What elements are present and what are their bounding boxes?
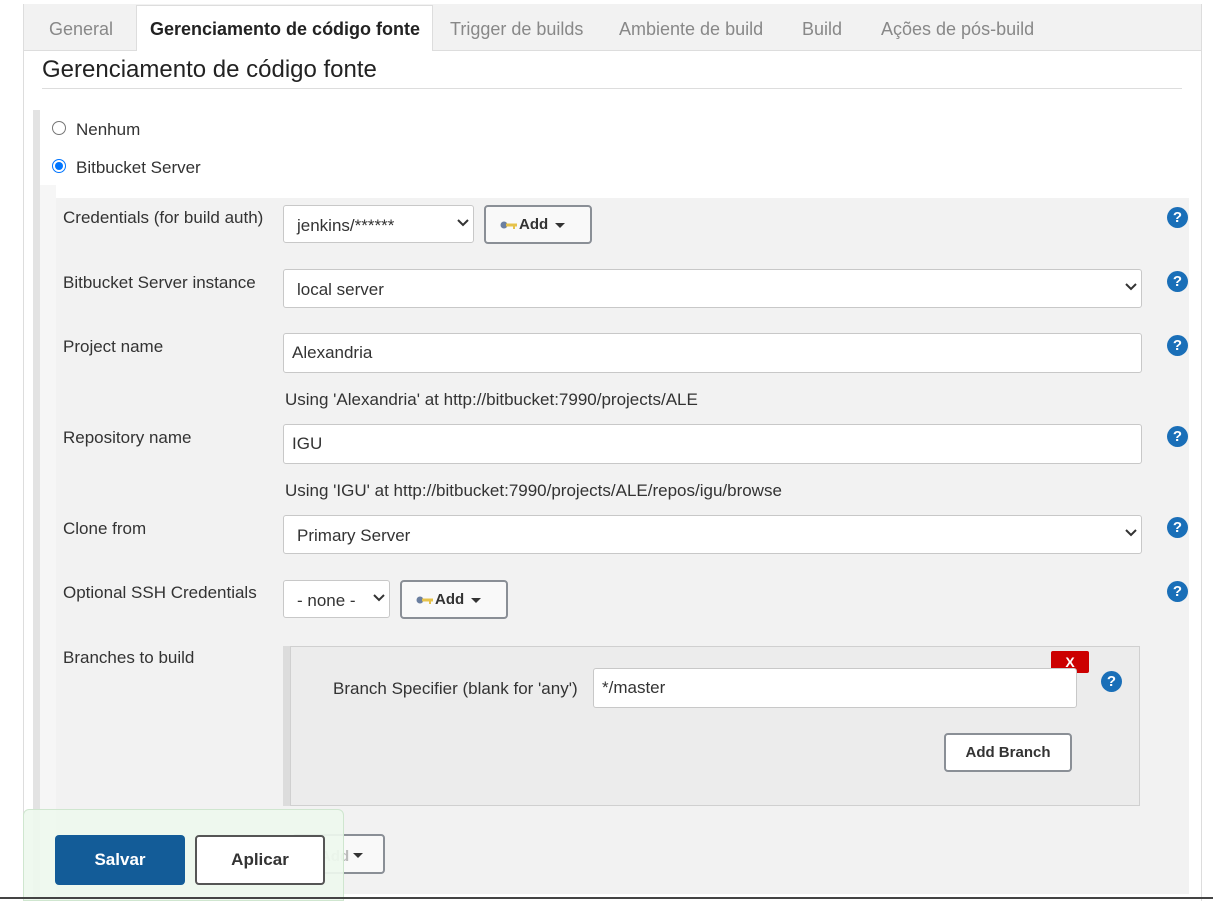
repository-name-input[interactable]: IGU [283,424,1142,464]
credentials-add-label: Add [519,216,549,233]
branch-indent-bar [283,646,290,806]
ssh-credentials-select[interactable]: - none - [283,580,390,618]
credentials-add-button[interactable]: Add [484,205,592,244]
window-bottom-border [0,897,1213,899]
radio-none[interactable] [52,121,66,135]
help-icon[interactable]: ? [1167,335,1188,356]
help-icon[interactable]: ? [1101,671,1122,692]
credentials-label: Credentials (for build auth) [63,208,264,227]
credentials-value: jenkins/****** [297,216,395,235]
help-icon[interactable]: ? [1167,581,1188,602]
title-divider [42,88,1182,89]
ssh-credentials-label: Optional SSH Credentials [63,583,257,602]
clone-from-label: Clone from [63,519,147,538]
project-hint: Using 'Alexandria' at http://bitbucket:7… [285,390,698,409]
branch-specifier-input[interactable]: */master [593,668,1077,708]
tab-build-environment[interactable]: Ambiente de build [619,19,763,40]
key-icon [500,218,518,230]
ssh-credentials-value: - none - [297,591,356,610]
tab-build-triggers[interactable]: Trigger de builds [450,19,583,40]
branches-label: Branches to build [63,648,195,667]
help-icon[interactable]: ? [1167,207,1188,228]
tab-post-build-actions[interactable]: Ações de pós-build [881,19,1034,40]
help-icon[interactable]: ? [1167,271,1188,292]
tab-bar: General Gerenciamento de código fonte Tr… [23,4,1202,51]
repository-hint: Using 'IGU' at http://bitbucket:7990/pro… [285,481,782,500]
key-icon [416,593,434,605]
caret-down-icon [471,598,481,603]
chevron-down-icon [457,218,469,228]
help-icon[interactable]: ? [1167,426,1188,447]
project-name-input[interactable]: Alexandria [283,333,1142,373]
server-instance-select[interactable]: local server [283,269,1142,308]
branch-specifier-label: Branch Specifier (blank for 'any') [333,679,578,698]
chevron-down-icon [1125,282,1137,292]
repository-name-value: IGU [292,434,323,453]
section-title: Gerenciamento de código fonte [42,56,377,83]
subsection-indent-bar [40,185,56,901]
clone-from-value: Primary Server [297,526,411,545]
tab-source-code-management[interactable]: Gerenciamento de código fonte [136,5,434,51]
ssh-credentials-add-button[interactable]: Add [400,580,508,619]
chevron-down-icon [1125,528,1137,538]
help-icon[interactable]: ? [1167,517,1188,538]
radio-none-label[interactable]: Nenhum [76,120,140,140]
tab-general[interactable]: General [49,19,113,40]
server-instance-label: Bitbucket Server instance [63,273,256,292]
add-branch-button[interactable]: Add Branch [944,733,1072,772]
tab-build[interactable]: Build [802,19,842,40]
clone-from-select[interactable]: Primary Server [283,515,1142,554]
repository-name-label: Repository name [63,428,192,447]
apply-button[interactable]: Aplicar [195,835,325,885]
radio-bitbucket-server[interactable] [52,159,66,173]
caret-down-icon [353,853,363,858]
server-instance-value: local server [297,280,384,299]
chevron-down-icon [373,593,385,603]
save-button[interactable]: Salvar [55,835,185,885]
section-indent-bar [33,110,40,901]
project-name-value: Alexandria [292,343,373,362]
project-name-label: Project name [63,337,164,356]
credentials-select[interactable]: jenkins/****** [283,205,474,243]
radio-bitbucket-server-label[interactable]: Bitbucket Server [76,158,201,178]
ssh-credentials-add-label: Add [435,591,465,608]
branch-specifier-value: */master [602,678,666,697]
caret-down-icon [555,223,565,228]
